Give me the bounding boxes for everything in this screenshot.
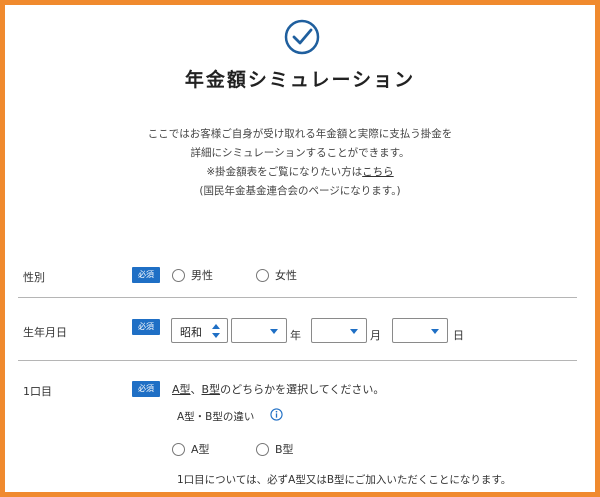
required-badge: 必須 bbox=[132, 267, 160, 283]
era-select[interactable]: 昭和 bbox=[171, 318, 228, 343]
year-select[interactable] bbox=[231, 318, 287, 343]
chevron-down-icon bbox=[270, 329, 278, 334]
intro-line: ここではお客様ご自身が受け取れる年金額と実際に支払う掛金を bbox=[147, 128, 453, 140]
first-unit-label: 1口目 bbox=[23, 385, 52, 398]
gender-label: 性別 bbox=[23, 271, 45, 284]
intro-text: ここではお客様ご自身が受け取れる年金額と実際に支払う掛金を 詳細にシミュレーショ… bbox=[5, 125, 595, 201]
gender-male-radio[interactable]: 男性 bbox=[172, 267, 213, 283]
updown-arrows-icon bbox=[212, 324, 220, 338]
premium-table-link[interactable]: こちら bbox=[362, 166, 394, 178]
era-select-value: 昭和 bbox=[180, 326, 202, 339]
birthdate-label: 生年月日 bbox=[23, 326, 67, 339]
chevron-down-icon bbox=[431, 329, 439, 334]
page-frame: 年金額シミュレーション ここではお客様ご自身が受け取れる年金額と実際に支払う掛金… bbox=[0, 0, 600, 497]
instruction-b: B型 bbox=[201, 383, 221, 396]
chevron-down-icon bbox=[350, 329, 358, 334]
row-divider bbox=[18, 360, 577, 361]
intro-line: 詳細にシミュレーションすることができます。 bbox=[190, 147, 410, 159]
radio-circle-icon[interactable] bbox=[256, 268, 269, 282]
instruction-a: A型 bbox=[172, 383, 191, 396]
day-select[interactable] bbox=[392, 318, 448, 343]
first-unit-note: 1口目については、必ずA型又はB型にご加入いただくことになります。 bbox=[177, 474, 512, 486]
required-badge: 必須 bbox=[132, 319, 160, 335]
plan-difference-label: A型・B型の違い bbox=[177, 411, 255, 423]
radio-label: 男性 bbox=[191, 269, 213, 282]
year-suffix: 年 bbox=[290, 329, 301, 342]
month-select[interactable] bbox=[311, 318, 367, 343]
intro-line: ※掛金額表をご覧になりたい方はこちら bbox=[5, 163, 595, 182]
plan-type-instruction: A型、B型のどちらかを選択してください。 bbox=[172, 381, 384, 397]
row-divider bbox=[18, 297, 577, 298]
radio-label: 女性 bbox=[275, 269, 297, 282]
day-suffix: 日 bbox=[453, 329, 464, 342]
radio-circle-icon[interactable] bbox=[172, 268, 185, 282]
gender-female-radio[interactable]: 女性 bbox=[256, 267, 297, 283]
required-badge: 必須 bbox=[132, 381, 160, 397]
radio-circle-icon[interactable] bbox=[172, 442, 185, 456]
radio-label: A型 bbox=[191, 443, 210, 456]
radio-circle-icon[interactable] bbox=[256, 442, 269, 456]
plan-b-radio[interactable]: B型 bbox=[256, 441, 294, 457]
radio-label: B型 bbox=[275, 443, 294, 456]
instruction-sep: 、 bbox=[190, 383, 202, 396]
check-circle-icon bbox=[284, 19, 320, 55]
month-suffix: 月 bbox=[370, 329, 381, 342]
instruction-rest: のどちらかを選択してください。 bbox=[220, 383, 385, 396]
intro-line-prefix: ※掛金額表をご覧になりたい方は bbox=[206, 166, 363, 178]
plan-a-radio[interactable]: A型 bbox=[172, 441, 210, 457]
page-title: 年金額シミュレーション bbox=[184, 69, 416, 91]
info-icon[interactable] bbox=[270, 408, 283, 421]
intro-line: (国民年金基金連合会のページになります。) bbox=[199, 185, 401, 197]
